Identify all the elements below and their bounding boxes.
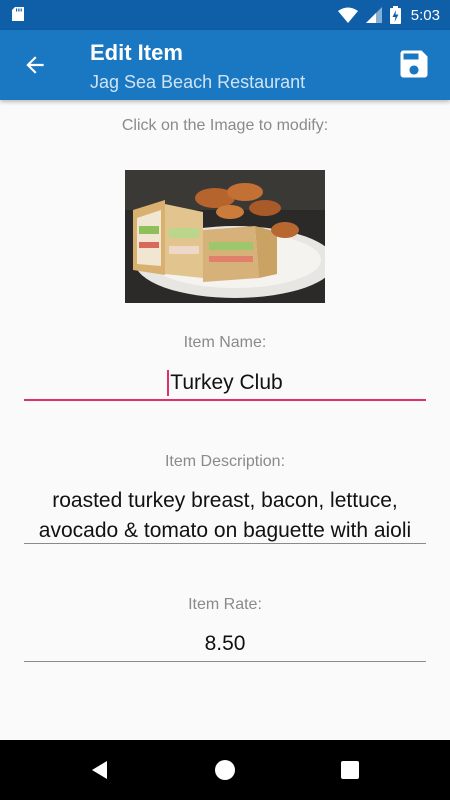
text-cursor [167,370,170,397]
nav-home-icon[interactable] [213,758,237,782]
arrow-back-icon [26,56,44,74]
item-description-underline [24,543,426,544]
app-bar: Edit Item Jag Sea Beach Restaurant [0,30,450,100]
save-icon [400,50,428,78]
item-rate-label: Item Rate: [188,596,262,613]
item-rate-underline [24,661,426,662]
item-description-line-2: avocado & tomato on baguette with aioli [38,519,412,542]
item-name-input[interactable]: Turkey Club [24,368,426,398]
item-name-value: Turkey Club [170,371,283,394]
item-name-label: Item Name: [183,334,267,351]
navigation-bar [0,740,450,800]
page-subtitle: Jag Sea Beach Restaurant [90,72,306,92]
nav-back-icon[interactable] [88,758,112,782]
status-bar: 5:03 [0,0,450,30]
item-description-input[interactable]: roasted turkey breast, bacon, lettuce, a… [24,486,426,546]
item-rate-input[interactable]: 8.50 [24,629,426,659]
cell-signal-icon [365,7,382,23]
battery-charging-icon [389,6,401,24]
item-image[interactable] [125,170,325,303]
save-button[interactable] [396,46,432,82]
status-time: 5:03 [410,6,440,24]
item-description-label: Item Description: [164,453,286,470]
edit-form: Click on the Image to modify: Item Name:… [0,100,450,740]
item-description-line-1: roasted turkey breast, bacon, lettuce, [52,489,398,512]
item-name-underline [24,399,426,401]
wifi-icon [337,7,358,23]
back-button[interactable] [22,52,48,78]
page-title: Edit Item [90,40,183,65]
sd-card-icon [12,7,24,21]
image-hint: Click on the Image to modify: [121,117,329,134]
nav-recents-icon[interactable] [338,758,362,782]
